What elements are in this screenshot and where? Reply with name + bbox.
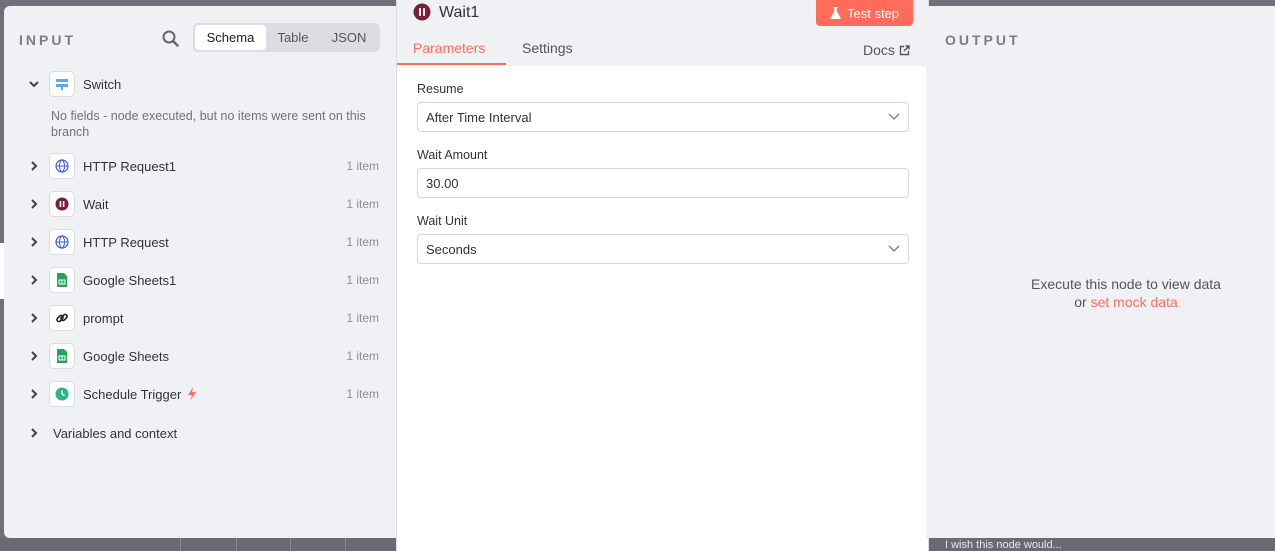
tree-row-label: Schedule Trigger	[83, 386, 182, 402]
tree-row-label: prompt	[83, 310, 124, 326]
sheets-icon	[49, 343, 75, 369]
item-count: 1 item	[346, 159, 379, 173]
test-step-button[interactable]: Test step	[816, 0, 913, 26]
trigger-bolt-icon	[188, 387, 196, 401]
variables-context-label: Variables and context	[53, 425, 178, 441]
tree-row-label: Wait	[83, 196, 109, 212]
globe-icon	[49, 229, 75, 255]
docs-link[interactable]: Docs	[863, 42, 910, 58]
wait-unit-label: Wait Unit	[417, 214, 468, 228]
node-panel-header: Wait1 Test step Parameters Settings Docs	[397, 0, 928, 66]
tree-row-http-request1[interactable]: HTTP Request1 1 item	[4, 151, 398, 181]
output-title: OUTPUT	[945, 32, 1021, 48]
item-count: 1 item	[346, 387, 379, 401]
pause-icon	[413, 3, 431, 21]
tree-row-http-request[interactable]: HTTP Request 1 item	[4, 227, 398, 257]
item-count: 1 item	[346, 311, 379, 325]
canvas-divider	[290, 538, 291, 551]
chevron-right-icon[interactable]	[28, 388, 40, 400]
wait-amount-value: 30.00	[426, 175, 459, 191]
tree-row-google-sheets[interactable]: Google Sheets 1 item	[4, 341, 398, 371]
view-tab-json[interactable]: JSON	[320, 25, 378, 50]
chevron-down-icon[interactable]	[28, 78, 40, 90]
docs-label: Docs	[863, 42, 895, 58]
search-icon[interactable]	[161, 29, 181, 49]
chevron-right-icon[interactable]	[28, 198, 40, 210]
tree-row-schedule-trigger[interactable]: Schedule Trigger 1 item	[4, 379, 398, 409]
chevron-right-icon[interactable]	[28, 160, 40, 172]
wait-amount-input[interactable]: 30.00	[417, 168, 909, 198]
chevron-down-icon	[888, 113, 900, 120]
no-fields-message: No fields - node executed, but no items …	[51, 109, 366, 139]
item-count: 1 item	[346, 197, 379, 211]
chevron-right-icon[interactable]	[28, 312, 40, 324]
resume-label: Resume	[417, 82, 464, 96]
canvas-divider	[345, 538, 346, 551]
view-mode-toggle: Schema Table JSON	[193, 23, 380, 52]
chevron-right-icon[interactable]	[28, 236, 40, 248]
pause-icon	[49, 191, 75, 217]
item-count: 1 item	[346, 273, 379, 287]
link-icon	[49, 305, 75, 331]
tree-row-label: HTTP Request	[83, 234, 169, 250]
chevron-right-icon[interactable]	[28, 427, 40, 439]
output-empty-message: Execute this node to view data or set mo…	[926, 275, 1275, 311]
wait-unit-value: Seconds	[426, 241, 477, 257]
node-title[interactable]: Wait1	[439, 4, 479, 22]
chevron-right-icon[interactable]	[28, 350, 40, 362]
output-panel: OUTPUT Execute this node to view data or…	[926, 6, 1275, 538]
flask-icon	[830, 7, 841, 19]
feedback-hint: I wish this node would...	[945, 539, 1062, 551]
chevron-right-icon[interactable]	[28, 274, 40, 286]
view-tab-table[interactable]: Table	[266, 25, 320, 50]
resume-value: After Time Interval	[426, 109, 532, 125]
clock-icon	[49, 381, 75, 407]
tree-row-label: Switch	[83, 76, 122, 92]
tab-settings[interactable]: Settings	[522, 40, 573, 56]
variables-context-row[interactable]: Variables and context	[28, 424, 177, 442]
switch-icon	[49, 71, 75, 97]
node-settings-panel: Wait1 Test step Parameters Settings Docs…	[396, 0, 929, 551]
resume-select[interactable]: After Time Interval	[417, 102, 909, 132]
view-tab-schema[interactable]: Schema	[195, 25, 266, 50]
wait-amount-label: Wait Amount	[417, 148, 488, 162]
tree-row-label: HTTP Request1	[83, 158, 176, 174]
input-panel: INPUT Schema Table JSON Switch No fields…	[4, 6, 398, 538]
output-message-line2: or set mock data	[926, 293, 1275, 311]
item-count: 1 item	[346, 349, 379, 363]
tree-row-label: Google Sheets1	[83, 272, 177, 288]
tree-row-switch[interactable]: Switch	[4, 69, 398, 99]
external-link-icon	[899, 44, 910, 55]
globe-icon	[49, 153, 75, 179]
tab-parameters[interactable]: Parameters	[413, 40, 485, 56]
sheets-icon	[49, 267, 75, 293]
canvas-divider	[180, 538, 181, 551]
test-step-label: Test step	[846, 5, 900, 21]
wait-unit-select[interactable]: Seconds	[417, 234, 909, 264]
tree-row-wait[interactable]: Wait 1 item	[4, 189, 398, 219]
tree-row-label: Google Sheets	[83, 348, 170, 364]
tree-row-prompt[interactable]: prompt 1 item	[4, 303, 398, 333]
output-message-line: Execute this node to view data	[1031, 276, 1221, 292]
chevron-down-icon	[888, 245, 900, 252]
canvas-divider	[236, 538, 237, 551]
input-title: INPUT	[19, 32, 76, 48]
item-count: 1 item	[346, 235, 379, 249]
active-tab-indicator	[397, 63, 506, 65]
set-mock-data-link[interactable]: set mock data	[1091, 294, 1178, 310]
tree-row-google-sheets1[interactable]: Google Sheets1 1 item	[4, 265, 398, 295]
output-or-text: or	[1074, 294, 1087, 310]
